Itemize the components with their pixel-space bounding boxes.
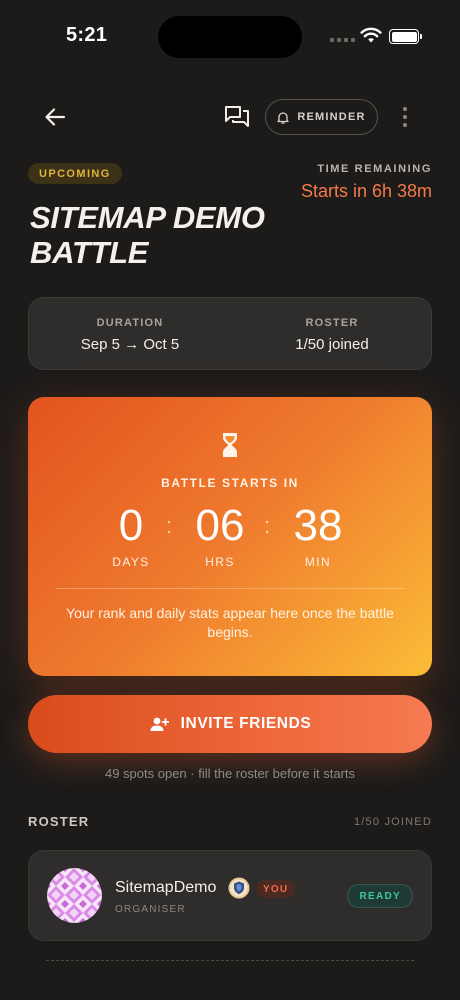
member-role: ORGANISER (115, 904, 186, 915)
duration-value: Sep 5 → Oct 5 (80, 336, 180, 353)
days-value: 0 (118, 501, 144, 550)
status-badge: READY (347, 884, 413, 908)
invite-label: INVITE FRIENDS (180, 715, 312, 732)
status-bar: 5:21 (0, 0, 460, 74)
shield-icon (228, 877, 250, 899)
divider (46, 960, 414, 961)
days-label: DAYS (112, 555, 150, 569)
minutes-value: 38 (293, 501, 343, 550)
countdown-days: 0 DAYS (86, 500, 176, 569)
battle-info-card: DURATION Sep 5 → Oct 5 ROSTER 1/50 joine… (28, 297, 432, 370)
reminder-button[interactable]: REMINDER (265, 99, 378, 135)
list-item[interactable]: SitemapDemo YOU ORGANISER READY (28, 850, 432, 941)
roster-count: 1/50 JOINED (353, 816, 432, 828)
spots-note: 49 spots open · fill the roster before i… (104, 766, 355, 781)
wifi-icon (360, 27, 382, 43)
page-title: SITEMAP DEMO BATTLE (30, 200, 265, 270)
back-button[interactable] (40, 102, 70, 132)
more-vertical-icon[interactable] (396, 104, 414, 130)
minutes-label: MIN (304, 555, 332, 569)
hours-label: HRS (205, 555, 235, 569)
duration-info: DURATION Sep 5 → Oct 5 (29, 317, 231, 353)
dynamic-island (158, 16, 302, 58)
you-badge: YOU (256, 880, 296, 898)
countdown-minutes: 38 MIN (273, 500, 363, 569)
signal-icon (330, 38, 355, 42)
duration-label: DURATION (96, 317, 164, 329)
bell-icon (277, 111, 290, 124)
time-remaining-value: Starts in 6h 38m (300, 181, 432, 201)
member-name: SitemapDemo (115, 879, 217, 896)
avatar (47, 868, 102, 923)
chat-icon (225, 106, 249, 127)
status-time: 5:21 (66, 24, 108, 46)
roster-info: ROSTER 1/50 joined (231, 317, 433, 353)
hourglass-icon (223, 433, 237, 457)
countdown-note: Your rank and daily stats appear here on… (66, 605, 394, 640)
time-remaining-label: TIME REMAINING (317, 163, 432, 175)
invite-friends-button[interactable]: INVITE FRIENDS (28, 695, 432, 753)
add-person-icon (150, 717, 169, 731)
countdown-hours: 06 HRS (175, 500, 265, 569)
chat-button[interactable] (222, 102, 252, 132)
roster-title: ROSTER (28, 814, 90, 829)
hours-value: 06 (195, 501, 245, 550)
back-arrow-icon (45, 108, 66, 126)
roster-label: ROSTER (305, 317, 359, 329)
battery-icon (389, 29, 422, 44)
countdown-label: BATTLE STARTS IN (161, 476, 299, 490)
countdown-separator: : (166, 513, 173, 538)
countdown-separator: : (264, 513, 271, 538)
roster-value: 1/50 joined (295, 336, 369, 353)
divider (56, 588, 404, 589)
status-badge: UPCOMING (28, 163, 122, 184)
countdown-card: BATTLE STARTS IN 0 DAYS : 06 HRS : 38 MI… (28, 397, 432, 676)
reminder-label: REMINDER (297, 111, 366, 123)
